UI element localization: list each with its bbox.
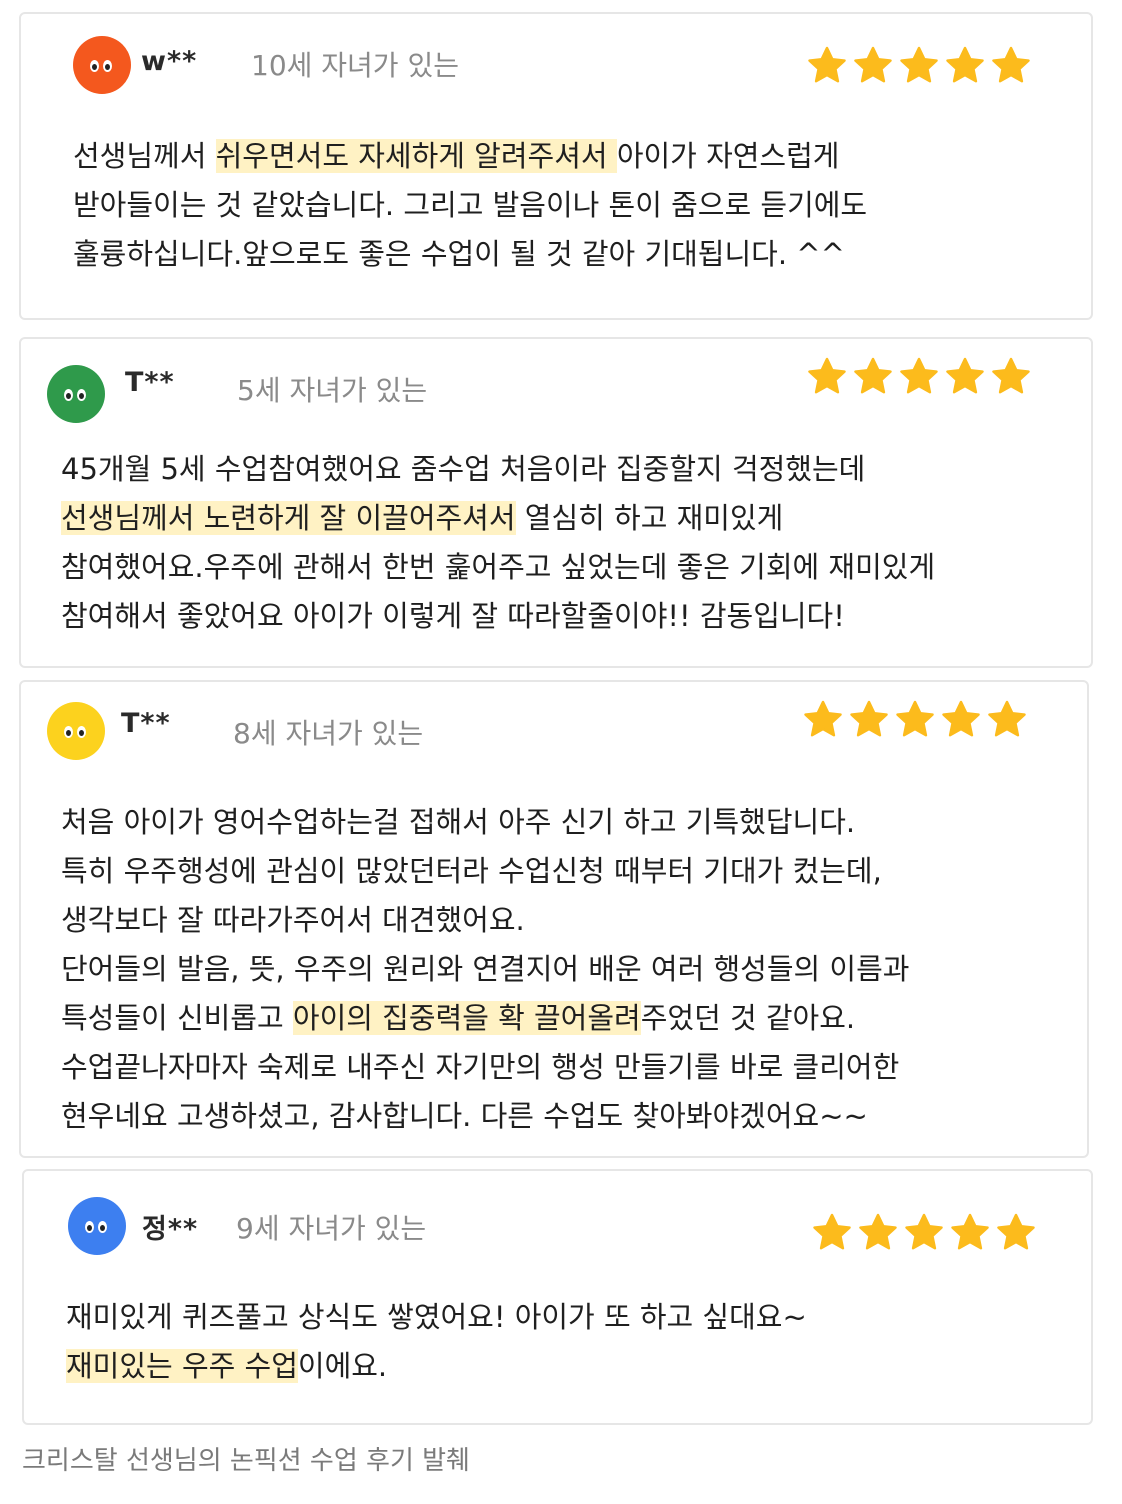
- review-line: 생각보다 잘 따라가주어서 대견했어요.: [61, 903, 525, 937]
- eye-icon: [90, 60, 99, 72]
- reviewer-name: 정**: [142, 1214, 199, 1245]
- rating-stars: [812, 1213, 1036, 1253]
- star-icon: [905, 1213, 943, 1250]
- review-line: 45개월 5세 수업참여했어요 줌수업 처음이라 집중할지 걱정했는데: [61, 452, 866, 486]
- eye-icon: [64, 726, 73, 738]
- review-card: 정** 9세 자녀가 있는 재미있게 퀴즈풀고 상식도 쌓였어요! 아이가 또 …: [22, 1169, 1093, 1425]
- reviewer-child-age: 8세 자녀가 있는: [233, 717, 424, 750]
- reviewer-child-age: 5세 자녀가 있는: [237, 374, 428, 407]
- review-line: 받아들이는 것 같았습니다. 그리고 발음이나 톤이 줌으로 듣기에도: [73, 188, 868, 222]
- review-card: T** 5세 자녀가 있는 45개월 5세 수업참여했어요 줌수업 처음이라 집…: [19, 337, 1093, 668]
- star-icon: [850, 700, 888, 737]
- rating-stars: [807, 357, 1031, 397]
- review-line: 선생님께서 쉬우면서도 자세하게 알려주셔서 아이가 자연스럽게: [73, 139, 840, 173]
- review-line: 참여했어요.우주에 관해서 한번 훑어주고 싶었는데 좋은 기회에 재미있게: [61, 550, 936, 584]
- review-text: 45개월 5세 수업참여했어요 줌수업 처음이라 집중할지 걱정했는데 선생님께…: [61, 445, 935, 641]
- star-icon: [997, 1213, 1035, 1250]
- star-icon: [988, 700, 1026, 737]
- star-icon: [804, 700, 842, 737]
- eye-icon: [85, 1221, 94, 1233]
- star-icon: [900, 46, 938, 83]
- avatar: [47, 365, 105, 423]
- rating-stars: [807, 46, 1031, 86]
- star-icon: [992, 357, 1030, 394]
- highlighted-text: 선생님께서 노련하게 잘 이끌어주셔서: [61, 501, 516, 535]
- star-icon: [946, 46, 984, 83]
- review-text: 재미있게 퀴즈풀고 상식도 쌓였어요! 아이가 또 하고 싶대요~ 재미있는 우…: [66, 1293, 807, 1391]
- star-icon: [900, 357, 938, 394]
- eye-icon: [77, 389, 86, 401]
- reviewer-name: w**: [141, 46, 198, 77]
- star-icon: [946, 357, 984, 394]
- star-icon: [992, 46, 1030, 83]
- rating-stars: [803, 700, 1027, 740]
- reviewer-child-age: 10세 자녀가 있는: [251, 49, 459, 82]
- reviewer-child-age: 9세 자녀가 있는: [236, 1212, 427, 1245]
- eye-icon: [103, 60, 112, 72]
- reviewer-name: T**: [121, 708, 171, 739]
- highlighted-text: 재미있는 우주 수업: [66, 1349, 298, 1383]
- review-line: 특히 우주행성에 관심이 많았던터라 수업신청 때부터 기대가 컸는데,: [61, 854, 882, 888]
- eye-icon: [64, 389, 73, 401]
- avatar: [68, 1197, 126, 1255]
- review-line: 특성들이 신비롭고 아이의 집중력을 확 끌어올려주었던 것 같아요.: [61, 1001, 856, 1035]
- review-line: 처음 아이가 영어수업하는걸 접해서 아주 신기 하고 기특했답니다.: [61, 805, 856, 839]
- eye-icon: [98, 1221, 107, 1233]
- star-icon: [808, 357, 846, 394]
- review-text: 처음 아이가 영어수업하는걸 접해서 아주 신기 하고 기특했답니다. 특히 우…: [61, 798, 909, 1141]
- star-icon: [813, 1213, 851, 1250]
- review-line: 단어들의 발음, 뜻, 우주의 원리와 연결지어 배운 여러 행성들의 이름과: [61, 952, 910, 986]
- avatar: [73, 36, 131, 94]
- star-icon: [951, 1213, 989, 1250]
- review-text: 선생님께서 쉬우면서도 자세하게 알려주셔서 아이가 자연스럽게 받아들이는 것…: [73, 132, 867, 279]
- avatar: [47, 702, 105, 760]
- star-icon: [859, 1213, 897, 1250]
- eye-icon: [77, 726, 86, 738]
- review-card: T** 8세 자녀가 있는 처음 아이가 영어수업하는걸 접해서 아주 신기 하…: [19, 680, 1089, 1158]
- review-line: 선생님께서 노련하게 잘 이끌어주셔서 열심히 하고 재미있게: [61, 501, 784, 535]
- review-line: 훌륭하십니다.앞으로도 좋은 수업이 될 것 같아 기대됩니다. ^^: [73, 237, 845, 271]
- star-icon: [942, 700, 980, 737]
- highlighted-text: 쉬우면서도 자세하게 알려주셔서: [215, 139, 617, 173]
- star-icon: [896, 700, 934, 737]
- reviewer-name: T**: [125, 367, 175, 398]
- review-line: 재미있는 우주 수업이에요.: [66, 1349, 388, 1383]
- star-icon: [854, 46, 892, 83]
- highlighted-text: 아이의 집중력을 확 끌어올려: [292, 1001, 641, 1035]
- review-line: 수업끝나자마자 숙제로 내주신 자기만의 행성 만들기를 바로 클리어한: [61, 1050, 900, 1084]
- review-line: 재미있게 퀴즈풀고 상식도 쌓였어요! 아이가 또 하고 싶대요~: [66, 1300, 807, 1334]
- review-line: 참여해서 좋았어요 아이가 이렇게 잘 따라할줄이야!! 감동입니다!: [61, 599, 845, 633]
- review-line: 현우네요 고생하셨고, 감사합니다. 다른 수업도 찾아봐야겠어요~~: [61, 1099, 868, 1133]
- review-card: w** 10세 자녀가 있는 선생님께서 쉬우면서도 자세하게 알려주셔서 아이…: [19, 12, 1093, 320]
- caption: 크리스탈 선생님의 논픽션 수업 후기 발췌: [22, 1446, 470, 1476]
- star-icon: [808, 46, 846, 83]
- star-icon: [854, 357, 892, 394]
